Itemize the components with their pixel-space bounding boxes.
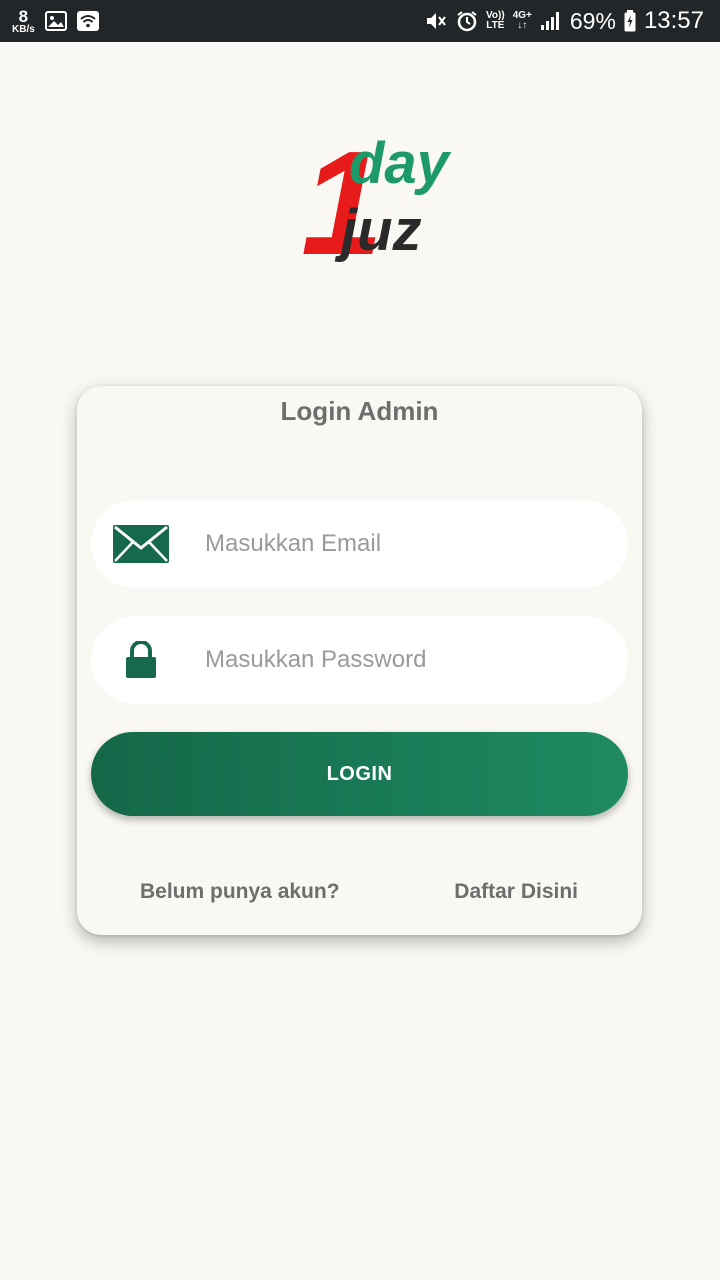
- login-button[interactable]: LOGIN: [91, 732, 628, 816]
- envelope-icon: [91, 524, 191, 564]
- password-input[interactable]: [191, 646, 628, 674]
- logo-word-juz: juz: [334, 198, 422, 263]
- battery-percent: 69%: [569, 7, 616, 34]
- network-type: 4G+ ↓↑: [513, 10, 532, 32]
- volte-bottom: LTE: [486, 20, 505, 31]
- email-field-container: [91, 500, 628, 588]
- register-link[interactable]: Daftar Disini: [454, 880, 578, 904]
- status-bar: 8 KB/s Vo)) LTE 4G+ ↓↑ 69% 13:57: [0, 0, 720, 42]
- network-speed-unit: KB/s: [12, 23, 35, 35]
- login-title: Login Admin: [280, 396, 439, 426]
- signal-icon: [540, 12, 559, 30]
- clock: 13:57: [643, 7, 704, 34]
- login-card: Login Admin LOGIN Belum punya akun? Daft…: [77, 386, 642, 935]
- data-arrows-icon: ↓↑: [517, 20, 528, 31]
- lock-icon: [91, 641, 191, 679]
- email-input[interactable]: [191, 530, 628, 558]
- network-speed: 8 KB/s: [12, 8, 35, 35]
- logo-word-day: day: [349, 131, 452, 196]
- no-account-text: Belum punya akun?: [140, 880, 340, 903]
- battery-icon: [624, 10, 636, 32]
- wifi-icon: [76, 11, 99, 31]
- register-row: Belum punya akun? Daftar Disini: [77, 880, 642, 910]
- app-logo: 1 day juz: [270, 91, 452, 303]
- mute-icon: [427, 13, 446, 29]
- password-field-container: [91, 616, 628, 704]
- gallery-icon: [44, 11, 67, 31]
- network-speed-value: 8: [18, 6, 29, 26]
- alarm-icon: [457, 11, 477, 32]
- volte-indicator: Vo)) LTE: [486, 10, 505, 32]
